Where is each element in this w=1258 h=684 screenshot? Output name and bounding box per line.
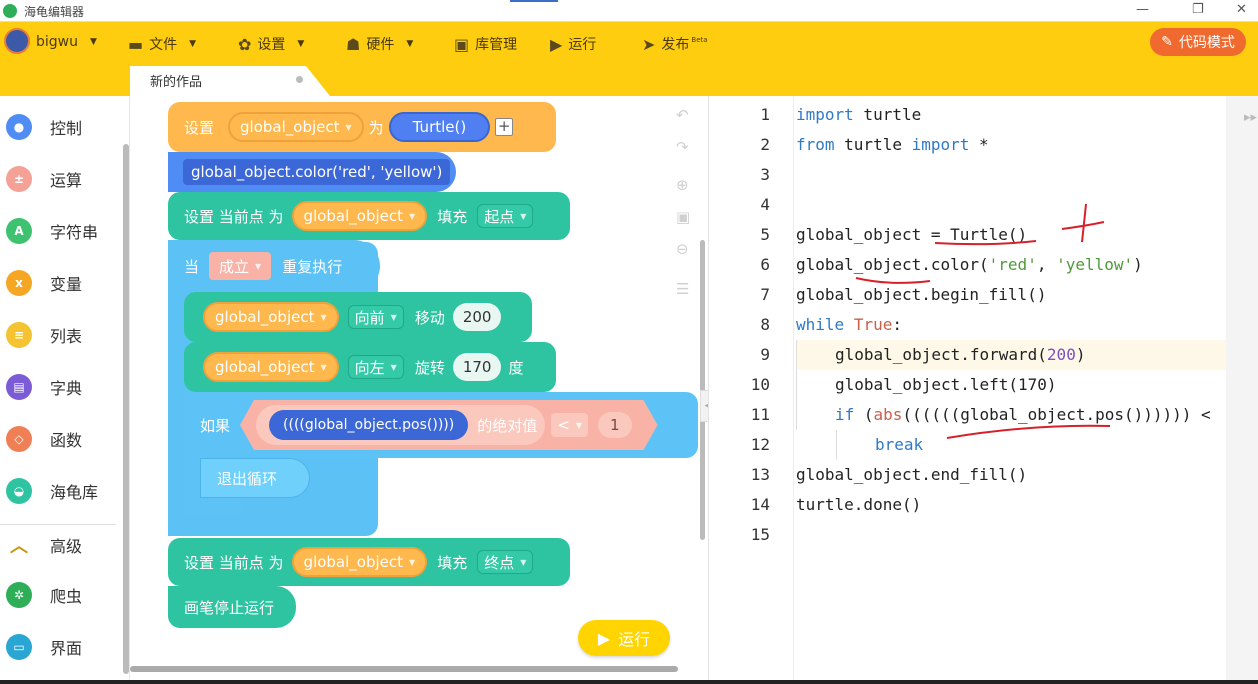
taskbar-edge xyxy=(0,680,1258,684)
collapse-panel-icon[interactable]: ▸▸ xyxy=(1244,110,1257,125)
editor-right-strip: ▸▸ xyxy=(1226,96,1258,684)
handwritten-annotations xyxy=(855,203,1111,439)
annotation-cross xyxy=(1081,203,1087,243)
annotation-underline xyxy=(855,277,931,284)
annotation-underline xyxy=(934,240,1037,246)
annotation-underline xyxy=(946,424,1111,439)
